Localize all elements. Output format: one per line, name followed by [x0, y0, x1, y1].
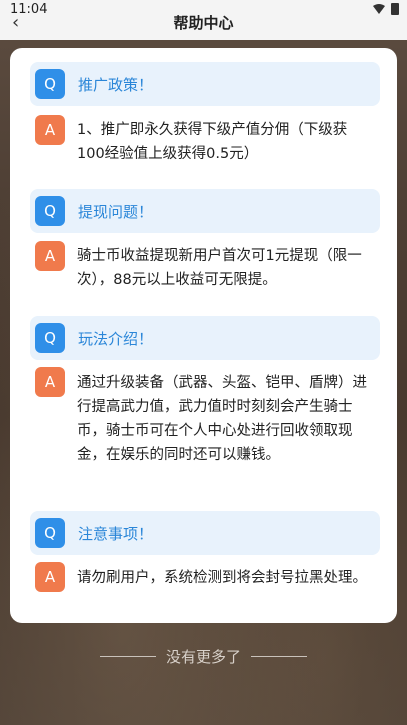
header-bar: 11:04 ‹ 帮助中心 [0, 0, 407, 40]
question-text: 注意事项！ [78, 525, 154, 543]
answer-text: 请勿刷用户，系统检测到将会封号拉黑处理。 [77, 570, 367, 586]
page-title: 帮助中心 [173, 14, 234, 32]
faq-question-4: Q 注意事项！ [30, 511, 380, 555]
answer-text: 通过升级装备（武器、头盔、铠甲、盾牌）进行提高武力值，武力值时时刻刻会产生骑士币… [77, 375, 367, 463]
question-text: 推广政策！ [78, 76, 154, 94]
a-badge: A [35, 562, 65, 592]
faq-question-1: Q 推广政策！ [30, 62, 380, 106]
question-text: 提现问题！ [78, 203, 154, 221]
divider-left [99, 655, 156, 657]
list-end-footer: 没有更多了 [0, 645, 407, 667]
no-more-text: 没有更多了 [165, 647, 241, 666]
a-badge: A [35, 115, 65, 145]
answer-text: 1、推广即永久获得下级产值分佣（下级获100经验值上级获得0.5元） [77, 122, 348, 162]
faq-question-2: Q 提现问题！ [30, 189, 380, 233]
a-badge: A [35, 241, 65, 271]
q-badge: Q [35, 323, 65, 353]
faq-card: Q 推广政策！ A 1、推广即永久获得下级产值分佣（下级获100经验值上级获得0… [10, 48, 397, 623]
q-badge: Q [35, 69, 65, 99]
answer-text: 骑士币收益提现新用户首次可1元提现（限一次），88元以上收益可无限提。 [77, 248, 362, 288]
divider-right [251, 655, 307, 657]
faq-question-3: Q 玩法介绍！ [30, 316, 380, 360]
a-badge: A [35, 367, 65, 397]
question-text: 玩法介绍！ [78, 330, 154, 348]
q-badge: Q [35, 518, 65, 548]
q-badge: Q [35, 196, 65, 226]
